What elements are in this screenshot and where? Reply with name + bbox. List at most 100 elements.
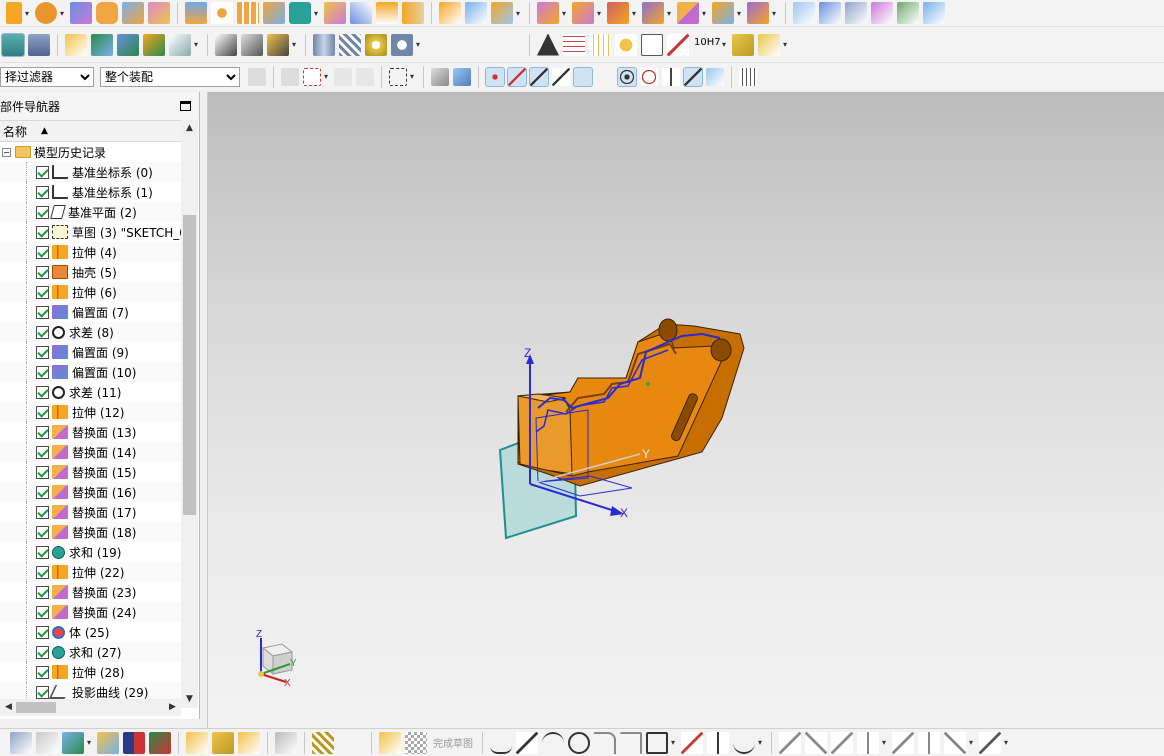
point-on-curve-snap-icon[interactable]: [662, 67, 680, 86]
chamfer-sketch-icon[interactable]: [620, 731, 642, 754]
tree-row-feature[interactable]: 偏置面 (9): [0, 342, 181, 362]
face-analysis-icon[interactable]: [241, 33, 263, 56]
visibility-checkbox[interactable]: [36, 325, 49, 339]
tree-row-feature[interactable]: 抽壳 (5): [0, 262, 181, 282]
select-faces-icon[interactable]: [431, 67, 449, 86]
resize-face-icon[interactable]: [747, 2, 769, 24]
polygon-icon[interactable]: [681, 731, 703, 754]
bearing-icon[interactable]: [365, 33, 387, 56]
midpoint-snap-icon[interactable]: [529, 66, 549, 87]
part-front-block[interactable]: [517, 395, 573, 475]
replace-face-icon[interactable]: [677, 2, 699, 24]
visibility-checkbox[interactable]: [36, 445, 49, 459]
shell-icon[interactable]: [572, 2, 594, 24]
tree-row-feature[interactable]: 草图 (3) "SKETCH_0: [0, 222, 181, 242]
visibility-checkbox[interactable]: [36, 565, 49, 579]
balloon-icon[interactable]: [615, 33, 637, 56]
annotation-icon[interactable]: [169, 33, 191, 56]
spring-tool-icon[interactable]: [312, 731, 334, 754]
tree-row-feature[interactable]: 替换面 (14): [0, 442, 181, 462]
graphics-viewport[interactable]: Z Y X Z Y X: [208, 92, 1164, 728]
tree-row-feature[interactable]: 替换面 (17): [0, 502, 181, 522]
component-icon[interactable]: [36, 731, 58, 754]
maximize-icon[interactable]: [180, 101, 191, 111]
tree-row-feature[interactable]: 拉伸 (6): [0, 282, 181, 302]
visibility-checkbox[interactable]: [36, 585, 49, 599]
block-icon[interactable]: [70, 2, 92, 24]
visibility-checkbox[interactable]: [36, 365, 49, 379]
delete-face-icon[interactable]: [607, 2, 629, 24]
move-face-icon[interactable]: [712, 2, 734, 24]
grid-icon[interactable]: [739, 67, 757, 86]
visibility-checkbox[interactable]: [36, 225, 49, 239]
visibility-checkbox[interactable]: [36, 385, 49, 399]
visibility-checkbox[interactable]: [36, 545, 49, 559]
sweep-icon[interactable]: [350, 2, 372, 24]
emboss-icon[interactable]: [324, 2, 346, 24]
intersection-snap-icon[interactable]: [573, 66, 593, 87]
edge-blend-icon[interactable]: [439, 2, 461, 24]
bounded-grid-snap-icon[interactable]: [706, 67, 724, 86]
visibility-checkbox[interactable]: [36, 625, 49, 639]
pocket-icon[interactable]: [148, 2, 170, 24]
visibility-checkbox[interactable]: [36, 525, 49, 539]
add-component-icon[interactable]: [62, 731, 84, 754]
swept-surface-icon[interactable]: [845, 2, 867, 24]
sketch-icon[interactable]: [379, 731, 401, 754]
grid-note-icon[interactable]: [589, 33, 611, 56]
visibility-checkbox[interactable]: [36, 645, 49, 659]
tree-row-feature[interactable]: 替换面 (18): [0, 522, 181, 542]
visibility-checkbox[interactable]: [36, 685, 49, 699]
constraint-icon[interactable]: [149, 731, 171, 754]
visibility-checkbox[interactable]: [36, 605, 49, 619]
tree-row-feature[interactable]: 拉伸 (12): [0, 402, 181, 422]
curve-network-icon[interactable]: [897, 2, 919, 24]
sort-ascending-icon[interactable]: ▲: [41, 126, 48, 136]
triangle-icon[interactable]: [537, 33, 559, 56]
dimension-icon[interactable]: [667, 33, 689, 56]
drafting-icon[interactable]: [275, 731, 297, 754]
edge-analysis-icon[interactable]: [215, 33, 237, 56]
unite-icon[interactable]: [263, 2, 285, 24]
arc-center-snap-icon[interactable]: [617, 66, 637, 87]
cylinder-icon[interactable]: [313, 33, 335, 56]
tree-row-feature[interactable]: 拉伸 (28): [0, 662, 181, 682]
scroll-thumb[interactable]: [183, 215, 196, 515]
visibility-checkbox[interactable]: [36, 305, 49, 319]
through-curves-icon[interactable]: [819, 2, 841, 24]
visibility-checkbox[interactable]: [36, 405, 49, 419]
extrude-icon[interactable]: [6, 2, 22, 24]
tree-row-feature[interactable]: 体 (25): [0, 622, 181, 642]
visibility-checkbox[interactable]: [36, 505, 49, 519]
snap-points-icon[interactable]: [485, 66, 505, 87]
section-analysis-icon[interactable]: [267, 33, 289, 56]
visibility-checkbox[interactable]: [36, 165, 49, 179]
trim-body-icon[interactable]: [402, 2, 424, 24]
studio-spline-icon[interactable]: [733, 732, 755, 754]
visibility-checkbox[interactable]: [36, 205, 49, 219]
layer-settings-icon[interactable]: [1, 32, 25, 57]
sweep-surface-icon[interactable]: [923, 2, 945, 24]
line-icon[interactable]: [516, 731, 538, 754]
spring-icon[interactable]: [339, 33, 361, 56]
studio-surface-icon[interactable]: [871, 2, 893, 24]
quick-trim-icon[interactable]: [779, 731, 801, 754]
tree-row-feature[interactable]: 求和 (19): [0, 542, 181, 562]
visibility-checkbox[interactable]: [36, 285, 49, 299]
existing-point-snap-icon[interactable]: [596, 67, 614, 86]
pattern-feature-icon[interactable]: [211, 2, 233, 24]
mirror-assembly-icon[interactable]: [123, 731, 145, 754]
make-corner-icon[interactable]: [831, 731, 853, 754]
scroll-down-icon[interactable]: ▼: [181, 691, 198, 708]
select-region-icon[interactable]: [303, 67, 321, 86]
scroll-up-icon[interactable]: ▲: [181, 120, 198, 137]
pattern-curve-icon[interactable]: [918, 731, 940, 754]
view-triad[interactable]: [258, 638, 294, 683]
tree-root-model-history[interactable]: − 模型历史记录: [0, 142, 181, 162]
finish-sketch-flag-icon[interactable]: [405, 731, 427, 754]
scroll-left-icon[interactable]: ◀: [0, 699, 17, 716]
tree-row-feature[interactable]: 替换面 (16): [0, 482, 181, 502]
rapid-dimension-icon[interactable]: [979, 731, 1001, 754]
layer-visible-icon[interactable]: [28, 33, 50, 56]
tree-row-feature[interactable]: 偏置面 (7): [0, 302, 181, 322]
